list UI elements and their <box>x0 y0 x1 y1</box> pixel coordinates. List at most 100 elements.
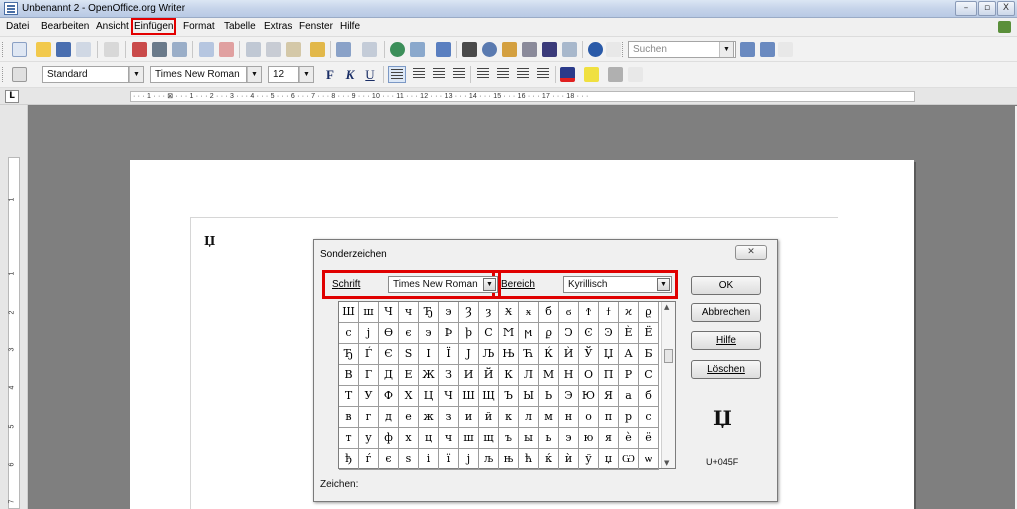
character-cell[interactable]: Ј <box>459 344 479 365</box>
character-cell[interactable]: џ <box>599 449 619 470</box>
search-dropdown[interactable]: ▼ <box>719 41 734 58</box>
character-cell[interactable]: э <box>559 428 579 449</box>
character-cell[interactable]: ϼ <box>539 323 559 344</box>
character-cell[interactable]: а <box>619 386 639 407</box>
character-cell[interactable]: ȝ <box>479 302 499 323</box>
character-cell[interactable]: ϰ <box>619 302 639 323</box>
character-cell[interactable]: л <box>519 407 539 428</box>
character-cell[interactable]: Э <box>559 386 579 407</box>
table-icon[interactable] <box>410 42 425 57</box>
character-cell[interactable]: Ѡ <box>619 449 639 470</box>
character-cell[interactable]: ы <box>519 428 539 449</box>
clone-formatting-icon[interactable] <box>310 42 325 57</box>
character-cell[interactable]: у <box>359 428 379 449</box>
character-cell[interactable]: ϭ <box>559 302 579 323</box>
character-cell[interactable]: ц <box>419 428 439 449</box>
menu-fenster[interactable]: Fenster <box>299 21 333 32</box>
align-right-button[interactable] <box>430 66 448 83</box>
character-cell[interactable]: Њ <box>499 344 519 365</box>
character-cell[interactable]: Х <box>399 386 419 407</box>
character-cell[interactable]: Ў <box>579 344 599 365</box>
character-cell[interactable]: е <box>399 407 419 428</box>
bold-button[interactable]: F <box>322 66 338 83</box>
character-cell[interactable]: њ <box>499 449 519 470</box>
character-cell[interactable]: Ͽ <box>599 323 619 344</box>
tab-stop-selector[interactable]: L <box>5 90 19 103</box>
character-cell[interactable]: Ш <box>339 302 359 323</box>
justify-button[interactable] <box>450 66 468 83</box>
formatting-marks-icon[interactable] <box>542 42 557 57</box>
italic-button[interactable]: K <box>342 66 358 83</box>
inserted-character[interactable]: Џ <box>204 234 215 248</box>
character-cell[interactable]: ш <box>459 428 479 449</box>
character-cell[interactable]: в <box>339 407 359 428</box>
character-cell[interactable]: х <box>399 428 419 449</box>
character-cell[interactable]: Ѕ <box>399 344 419 365</box>
toolbar-grip[interactable] <box>622 42 625 57</box>
character-cell[interactable]: ф <box>379 428 399 449</box>
print-icon[interactable] <box>152 42 167 57</box>
data-sources-icon[interactable] <box>522 42 537 57</box>
character-cell[interactable]: Ы <box>519 386 539 407</box>
find-replace-icon[interactable] <box>462 42 477 57</box>
character-cell[interactable]: ѓ <box>359 449 379 470</box>
delete-button[interactable]: Löschen <box>691 360 761 379</box>
character-cell[interactable]: Џ <box>599 344 619 365</box>
menu-tabelle[interactable]: Tabelle <box>224 21 256 32</box>
character-cell[interactable]: Б <box>639 344 659 365</box>
character-cell[interactable]: ї <box>439 449 459 470</box>
close-window-button[interactable]: X <box>997 1 1015 16</box>
zoom-icon[interactable] <box>562 42 577 57</box>
character-cell[interactable]: Ϲ <box>479 323 499 344</box>
undo-icon[interactable] <box>336 42 351 57</box>
underline-button[interactable]: U <box>362 66 378 83</box>
cut-icon[interactable] <box>246 42 261 57</box>
character-cell[interactable]: б <box>539 302 559 323</box>
character-cell[interactable]: С <box>639 365 659 386</box>
character-cell[interactable]: Ю <box>579 386 599 407</box>
character-cell[interactable]: д <box>379 407 399 428</box>
help-button[interactable]: Hilfe <box>691 331 761 350</box>
menu-extras[interactable]: Extras <box>264 21 292 32</box>
character-cell[interactable]: Ё <box>639 323 659 344</box>
show-draw-functions-icon[interactable] <box>436 42 451 57</box>
character-cell[interactable]: Ͼ <box>579 323 599 344</box>
character-cell[interactable]: ϳ <box>359 323 379 344</box>
character-cell[interactable]: Й <box>479 365 499 386</box>
character-cell[interactable]: Ћ <box>519 344 539 365</box>
grid-scrollbar[interactable]: ▲ ▼ <box>661 302 675 468</box>
menu-ansicht[interactable]: Ansicht <box>96 21 129 32</box>
character-cell[interactable]: К <box>499 365 519 386</box>
character-cell[interactable]: м <box>539 407 559 428</box>
character-cell[interactable]: ϻ <box>519 323 539 344</box>
spellcheck-icon[interactable] <box>199 42 214 57</box>
character-cell[interactable]: Д <box>379 365 399 386</box>
open-folder-icon[interactable] <box>36 42 51 57</box>
menu-datei[interactable]: Datei <box>6 21 29 32</box>
character-cell[interactable]: Ȝ <box>459 302 479 323</box>
increase-indent-button[interactable] <box>534 66 552 83</box>
horizontal-ruler[interactable]: · · · 1 · · · ⊠ · · · 1 · · · 2 · · · 3 … <box>130 91 915 102</box>
character-cell[interactable]: э <box>439 302 459 323</box>
align-left-button[interactable] <box>388 66 406 83</box>
character-cell[interactable]: н <box>559 407 579 428</box>
character-cell[interactable]: Р <box>619 365 639 386</box>
character-cell[interactable]: ϯ <box>599 302 619 323</box>
styles-formatting-icon[interactable] <box>12 67 27 82</box>
character-cell[interactable]: ϴ <box>379 323 399 344</box>
character-cell[interactable]: Г <box>359 365 379 386</box>
character-cell[interactable]: о <box>579 407 599 428</box>
character-cell[interactable]: ϲ <box>339 323 359 344</box>
save-icon[interactable] <box>56 42 71 57</box>
character-cell[interactable]: Ѝ <box>559 344 579 365</box>
character-cell[interactable]: Л <box>519 365 539 386</box>
character-cell[interactable]: ј <box>459 449 479 470</box>
help-icon[interactable] <box>588 42 603 57</box>
scroll-down-icon[interactable]: ▼ <box>664 459 669 467</box>
decrease-indent-button[interactable] <box>514 66 532 83</box>
character-cell[interactable]: я <box>599 428 619 449</box>
character-cell[interactable]: ђ <box>339 449 359 470</box>
character-cell[interactable]: є <box>379 449 399 470</box>
bullets-button[interactable] <box>494 66 512 83</box>
email-icon[interactable] <box>76 42 91 57</box>
